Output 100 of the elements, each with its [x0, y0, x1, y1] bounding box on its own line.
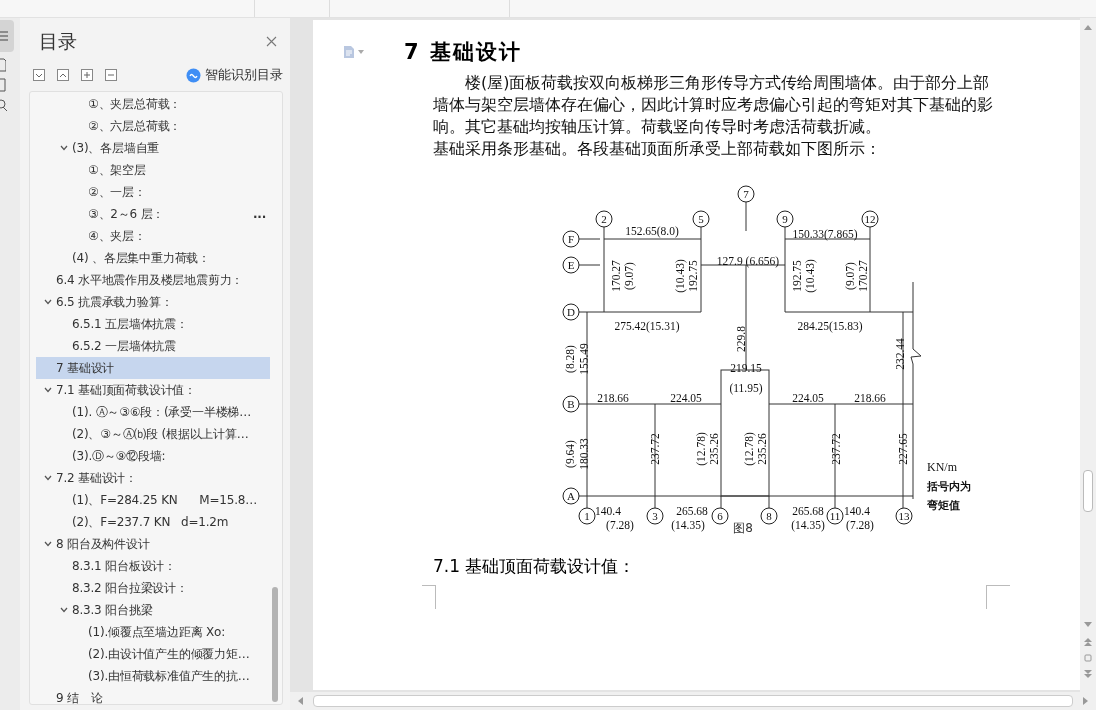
- toc-item[interactable]: 8.3.3 阳台挑梁: [36, 599, 270, 621]
- scrollbar-thumb[interactable]: [313, 695, 1073, 707]
- grid-marker: 12: [861, 210, 879, 228]
- body-paragraph: 楼(屋)面板荷载按双向板梯形三角形传导方式传给周围墙体。由于部分上部墙体与架空层墙体存在偏心，因此计算时应考虑偏心引起的弯矩对其下基础的影响。其它基础均按轴压计算。荷载竖向传导时考虑活荷载折减。: [433, 72, 993, 138]
- toc-item[interactable]: (1).倾覆点至墙边距离 Xo:: [36, 621, 270, 643]
- load-value: (9.64): [564, 440, 576, 468]
- load-value: (9.07): [623, 262, 635, 290]
- toc-item[interactable]: (3)、各层墙自重: [36, 137, 270, 159]
- toc-item-label: (2)、F=237.7 KN d=1.2m: [72, 514, 229, 531]
- toc-item[interactable]: 6.4 水平地震作用及楼层地震剪力：: [36, 269, 270, 291]
- load-value: 237.72: [830, 433, 842, 465]
- toc-item[interactable]: (2).由设计值产生的倾覆力矩…: [36, 643, 270, 665]
- load-value: (14.35): [791, 519, 825, 531]
- load-value: (10.43): [804, 259, 816, 293]
- close-icon[interactable]: [266, 35, 277, 47]
- plus-icon[interactable]: [81, 69, 93, 81]
- legend-text: 弯矩值: [927, 500, 960, 511]
- chevron-icon[interactable]: [43, 385, 53, 395]
- toc-item-label: 7 基础设计: [56, 360, 115, 377]
- grid-marker: 2: [595, 210, 613, 228]
- load-value: 275.42(15.31): [614, 320, 680, 332]
- toc-item[interactable]: ②、一层：: [36, 181, 270, 203]
- panel-title: 目录: [39, 28, 77, 54]
- previous-page-icon[interactable]: [1084, 638, 1092, 646]
- grid-marker: 13: [895, 507, 913, 525]
- next-page-icon[interactable]: [1084, 670, 1092, 678]
- toc-item[interactable]: (3).由恒荷载标准值产生的抗…: [36, 665, 270, 687]
- toc-item[interactable]: (3).Ⓓ～⑨⑫段墙:: [36, 445, 270, 467]
- toc-item[interactable]: (1)、F=284.25 KN M=15.8…: [36, 489, 270, 511]
- page-icon[interactable]: [0, 58, 6, 72]
- chevron-icon[interactable]: [59, 605, 69, 615]
- toc-item-label: (1).倾覆点至墙边距离 Xo:: [88, 624, 226, 641]
- load-value: (7.28): [846, 519, 874, 531]
- legend-text: 括号内为: [927, 481, 971, 492]
- toc-item[interactable]: (2)、③～Ⓐ⒝段 (根据以上计算…: [36, 423, 270, 445]
- toc-item[interactable]: ③、2～6 层： ...: [36, 203, 270, 225]
- grid-marker: 11: [826, 507, 844, 525]
- scroll-up-icon[interactable]: [1084, 24, 1092, 30]
- paragraph-menu-icon[interactable]: [343, 45, 364, 59]
- toc-item-label: 6.5.1 五层墙体抗震：: [72, 316, 188, 333]
- toc-item[interactable]: (4) 、各层集中重力荷载：: [36, 247, 270, 269]
- toc-item[interactable]: 8.3.1 阳台板设计：: [36, 555, 270, 577]
- toc-item[interactable]: 6.5.2 一层墙体抗震: [36, 335, 270, 357]
- load-value: 192.75: [791, 260, 803, 292]
- load-value: 127.9 (6.656): [716, 255, 780, 267]
- collapse-all-icon[interactable]: [57, 69, 69, 81]
- bookmark-icon[interactable]: [0, 78, 6, 92]
- smart-toc-button[interactable]: 智能识别目录: [205, 65, 283, 85]
- toc-item[interactable]: 7 基础设计: [36, 357, 270, 379]
- load-value: (8.28): [564, 345, 576, 373]
- toc-item[interactable]: 9 结 论: [36, 687, 270, 704]
- load-value: 265.68: [676, 505, 708, 517]
- toc-item[interactable]: ①、架空层: [36, 159, 270, 181]
- chevron-icon[interactable]: [43, 297, 53, 307]
- load-value: 150.33(7.865): [792, 228, 858, 240]
- toc-item[interactable]: 8 阳台及构件设计: [36, 533, 270, 555]
- grid-marker: A: [562, 487, 580, 505]
- toc-item-label: ①、架空层: [88, 162, 146, 179]
- margin-corner-mark: [986, 585, 1010, 609]
- toc-item[interactable]: 6.5 抗震承载力验算：: [36, 291, 270, 313]
- toc-item-label: ③、2～6 层：: [88, 206, 165, 223]
- margin-corner-mark: [422, 585, 436, 609]
- grid-marker: 6: [711, 507, 729, 525]
- toc-item[interactable]: 8.3.2 阳台拉梁设计：: [36, 577, 270, 599]
- scroll-down-icon[interactable]: [1084, 622, 1092, 628]
- minus-icon[interactable]: [105, 69, 117, 81]
- load-value: (11.95): [729, 382, 763, 394]
- grid-marker: F: [562, 230, 580, 248]
- toc-item-label: 8.3.1 阳台板设计：: [72, 558, 176, 575]
- chevron-icon[interactable]: [43, 539, 53, 549]
- toc-item-label: (2)、③～Ⓐ⒝段 (根据以上计算…: [72, 426, 249, 443]
- select-browse-icon[interactable]: [1084, 654, 1092, 662]
- toc-item[interactable]: 7.1 基础顶面荷载设计值：: [36, 379, 270, 401]
- toc-item[interactable]: (1). Ⓐ～③⑥段：(承受一半楼梯…: [36, 401, 270, 423]
- scroll-right-icon[interactable]: [1083, 697, 1088, 705]
- toc-item-label: ②、一层：: [88, 184, 146, 201]
- legend-text: KN/m: [927, 460, 957, 474]
- load-value: 265.68: [792, 505, 824, 517]
- expand-all-icon[interactable]: [33, 69, 45, 81]
- grid-marker: 5: [692, 210, 710, 228]
- toc-item-label: (1). Ⓐ～③⑥段：(承受一半楼梯…: [72, 404, 252, 421]
- toc-item[interactable]: 6.5.1 五层墙体抗震：: [36, 313, 270, 335]
- scrollbar-thumb[interactable]: [1083, 470, 1093, 512]
- chevron-icon[interactable]: [43, 473, 53, 483]
- more-indicator[interactable]: ...: [252, 205, 266, 223]
- toc-item[interactable]: ④、夹层：: [36, 225, 270, 247]
- toc-item-label: (3).Ⓓ～⑨⑫段墙:: [72, 448, 166, 465]
- toc-item-label: (2).由设计值产生的倾覆力矩…: [88, 646, 250, 663]
- toc-item-label: 9 结 论: [56, 690, 103, 704]
- scrollbar-thumb[interactable]: [272, 587, 278, 702]
- toc-item-label: 6.5 抗震承载力验算：: [56, 294, 173, 311]
- chevron-icon[interactable]: [59, 143, 69, 153]
- toc-item[interactable]: (2)、F=237.7 KN d=1.2m: [36, 511, 270, 533]
- outline-icon[interactable]: [0, 20, 14, 52]
- toc-item[interactable]: 7.2 基础设计：: [36, 467, 270, 489]
- load-value: (7.28): [606, 519, 634, 531]
- toc-item[interactable]: ②、六层总荷载：: [36, 115, 270, 137]
- scroll-left-icon[interactable]: [298, 697, 303, 705]
- toc-item[interactable]: ①、夹层总荷载：: [36, 93, 270, 115]
- search-icon[interactable]: [0, 98, 8, 112]
